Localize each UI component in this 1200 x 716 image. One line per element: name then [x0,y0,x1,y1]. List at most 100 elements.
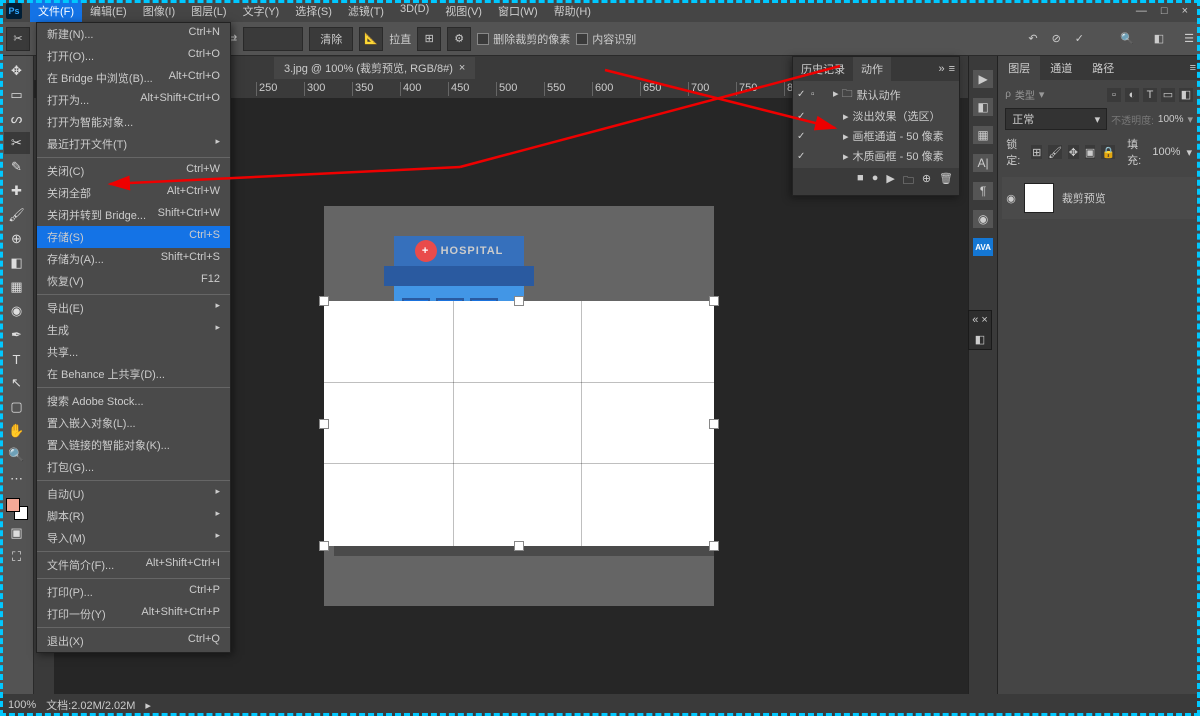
menu-8[interactable]: 视图(V) [437,0,490,22]
file-menu-item[interactable]: 打包(G)... [37,456,230,478]
minimize-icon[interactable]: — [1136,5,1147,17]
menu-2[interactable]: 图像(I) [135,0,183,22]
marquee-tool[interactable]: ▭ [4,84,30,106]
menu-0[interactable]: 文件(F) [30,0,82,22]
swatches-icon[interactable]: ▦ [973,126,993,144]
maximize-icon[interactable]: □ [1161,5,1168,17]
close-icon[interactable]: × [1182,5,1188,17]
eyedropper-tool[interactable]: ✎ [4,156,30,178]
color-icon[interactable]: ◧ [973,98,993,116]
file-menu-item[interactable]: 文件简介(F)...Alt+Shift+Ctrl+I [37,554,230,576]
canvas[interactable]: +HOSPITAL [324,206,714,606]
file-menu-item[interactable]: 脚本(R) [37,505,230,527]
shape-tool[interactable]: ▢ [4,396,30,418]
lock-all-icon[interactable]: 🔒 [1101,145,1115,159]
file-menu-item[interactable]: 共享... [37,341,230,363]
settings-icon[interactable]: ⚙ [447,27,471,51]
lock-artboard-icon[interactable]: ▣ [1085,145,1096,159]
crop-region[interactable] [324,301,714,546]
status-arrow-icon[interactable]: ▸ [145,699,151,712]
height-field[interactable] [243,27,303,51]
commit-icon[interactable]: ✓ [1075,32,1084,45]
lock-position-icon[interactable]: ✥ [1068,145,1079,159]
menu-10[interactable]: 帮助(H) [546,0,599,22]
type-tool[interactable]: T [4,348,30,370]
zoom-tool[interactable]: 🔍 [4,444,30,466]
new-action-icon[interactable]: ⊕ [922,172,931,191]
file-menu-item[interactable]: 新建(N)...Ctrl+N [37,23,230,45]
menu-1[interactable]: 编辑(E) [82,0,135,22]
file-menu-item[interactable]: 恢复(V)F12 [37,270,230,292]
file-menu-item[interactable]: 搜索 Adobe Stock... [37,390,230,412]
delete-cropped-check[interactable]: 删除裁剪的像素 [477,31,570,47]
file-menu-item[interactable]: 关闭并转到 Bridge...Shift+Ctrl+W [37,204,230,226]
brush-tool[interactable]: 🖌 [4,204,30,226]
lock-pixels-icon[interactable]: 🖌 [1048,145,1062,159]
filter-pixel-icon[interactable]: ▫ [1107,88,1121,102]
file-menu-item[interactable]: 在 Behance 上共享(D)... [37,363,230,385]
tab-layers[interactable]: 图层 [998,56,1040,80]
tab-channels[interactable]: 通道 [1040,56,1082,80]
file-menu-item[interactable]: 存储为(A)...Shift+Ctrl+S [37,248,230,270]
move-tool[interactable]: ✥ [4,60,30,82]
quickmask-tool[interactable]: ▣ [4,522,30,544]
dock-icon[interactable]: ◧ [1154,32,1164,45]
clear-button[interactable]: 清除 [309,27,353,51]
play-icon[interactable]: ▶ [973,70,993,88]
filter-smart-icon[interactable]: ◧ [1179,88,1193,102]
reset-icon[interactable]: ↶ [1028,32,1037,45]
overlay-icon[interactable]: ⊞ [417,27,441,51]
menu-5[interactable]: 选择(S) [287,0,340,22]
layer-row[interactable]: ◉ 裁剪预览 [1002,177,1196,219]
lock-transparency-icon[interactable]: ⊞ [1031,145,1042,159]
panel-menu-icon[interactable]: ≡ [949,63,955,75]
pen-tool[interactable]: ✒ [4,324,30,346]
blend-mode-select[interactable]: 正常▾ [1005,108,1107,130]
crop-tool-icon[interactable]: ✂ [6,27,30,51]
heal-tool[interactable]: ✚ [4,180,30,202]
properties-icon[interactable]: ◧ [975,333,985,346]
stop-icon[interactable]: ■ [857,172,864,191]
panel-menu-icon[interactable]: ≡ [1190,62,1196,74]
workspace-icon[interactable]: ☰ [1184,32,1194,45]
path-tool[interactable]: ↖ [4,372,30,394]
screenmode-tool[interactable]: ⛶ [4,546,30,568]
collapsed-float-panel[interactable]: « × ◧ [968,310,992,350]
file-menu-item[interactable]: 自动(U) [37,483,230,505]
file-menu-item[interactable]: 打印(P)...Ctrl+P [37,581,230,603]
color-swatch[interactable] [6,498,28,520]
file-menu-item[interactable]: 导入(M) [37,527,230,549]
tab-paths[interactable]: 路径 [1082,56,1124,80]
ava-icon[interactable]: AVA [973,238,993,256]
menu-3[interactable]: 图层(L) [183,0,234,22]
gradient-tool[interactable]: ▦ [4,276,30,298]
file-menu-item[interactable]: 置入嵌入对象(L)... [37,412,230,434]
filter-shape-icon[interactable]: ▭ [1161,88,1175,102]
record-icon[interactable]: ● [872,172,879,191]
file-menu-item[interactable]: 导出(E) [37,297,230,319]
filter-type-icon[interactable]: T [1143,88,1157,102]
play-action-icon[interactable]: ▶ [886,172,894,191]
filter-adjust-icon[interactable]: ◐ [1125,88,1139,102]
lasso-tool[interactable]: ᔕ [4,108,30,130]
eraser-tool[interactable]: ◧ [4,252,30,274]
cancel-icon[interactable]: ⊘ [1052,32,1061,45]
menu-9[interactable]: 窗口(W) [490,0,546,22]
menu-4[interactable]: 文字(Y) [235,0,288,22]
file-menu-item[interactable]: 打印一份(Y)Alt+Shift+Ctrl+P [37,603,230,625]
search-icon[interactable]: 🔍 [1120,32,1134,45]
collapse-icon[interactable]: » [938,63,944,75]
crop-tool[interactable]: ✂ [4,132,30,154]
menu-7[interactable]: 3D(D) [392,0,437,22]
blur-tool[interactable]: ◉ [4,300,30,322]
zoom-level[interactable]: 100% [8,699,36,711]
new-set-icon[interactable]: 🗀 [903,172,914,191]
delete-action-icon[interactable]: 🗑 [939,172,953,191]
content-aware-check[interactable]: 内容识别 [576,31,636,47]
para-icon[interactable]: ¶ [973,182,993,200]
learn-icon[interactable]: ◉ [973,210,993,228]
tab-actions[interactable]: 动作 [853,57,891,81]
hand-tool[interactable]: ✋ [4,420,30,442]
edit-toolbar[interactable]: ⋯ [4,468,30,490]
char-icon[interactable]: A| [973,154,993,172]
